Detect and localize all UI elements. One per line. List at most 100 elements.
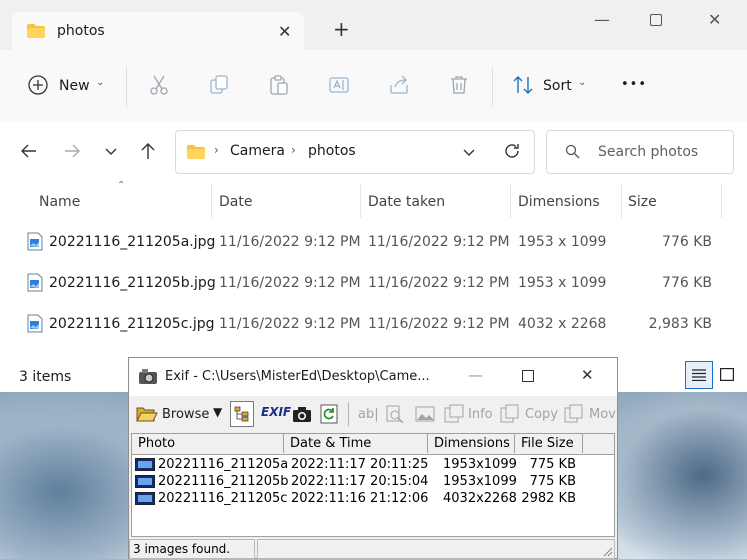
breadcrumb-camera[interactable]: Camera <box>230 143 285 159</box>
file-name: 20221116_211205a.jpg <box>49 234 216 250</box>
column-divider[interactable] <box>360 184 361 218</box>
column-divider[interactable] <box>510 184 511 218</box>
copy-icon[interactable] <box>500 404 520 424</box>
file-row[interactable]: 20221116_211205c.jpg 11/16/2022 9:12 PM … <box>0 304 747 344</box>
new-button[interactable]: New <box>59 78 90 94</box>
column-dimensions[interactable]: Dimensions <box>428 434 515 453</box>
close-tab-icon[interactable]: ✕ <box>278 22 291 41</box>
item-count-status: 3 items <box>19 369 72 385</box>
refresh-icon[interactable] <box>320 404 338 424</box>
column-divider[interactable] <box>211 184 212 218</box>
exif-list-header: Photo Date & Time Dimensions File Size <box>132 434 614 455</box>
minimize-button[interactable]: — <box>594 10 610 29</box>
paste-icon[interactable] <box>268 74 290 96</box>
rename-tool-icon[interactable]: ab| <box>358 407 379 422</box>
photo-row[interactable]: 20221116_211205a 2022:11:17 20:11:25 195… <box>132 456 614 473</box>
refresh-icon[interactable] <box>502 141 522 161</box>
sort-icon[interactable] <box>512 74 534 96</box>
search-box[interactable]: Search photos <box>546 130 734 174</box>
breadcrumb-chevron-icon[interactable]: › <box>214 143 219 157</box>
details-view-button[interactable] <box>685 361 713 389</box>
copy-icon[interactable] <box>208 74 230 96</box>
column-file-size[interactable]: File Size <box>515 434 583 453</box>
recent-locations-chevron-icon[interactable] <box>104 144 118 158</box>
more-options-button[interactable]: ••• <box>621 77 647 92</box>
file-row[interactable]: 20221116_211205a.jpg 11/16/2022 9:12 PM … <box>0 222 747 262</box>
new-tab-button[interactable]: + <box>333 19 350 39</box>
column-name[interactable]: Name <box>39 194 80 210</box>
tiles-view-icon <box>720 368 734 381</box>
photo-datetime: 2022:11:16 21:12:06 <box>291 491 429 506</box>
move-button[interactable]: Mov <box>589 407 616 422</box>
column-date-time[interactable]: Date & Time <box>284 434 428 453</box>
sort-button[interactable]: Sort <box>543 78 572 94</box>
navigation-row: › Camera › photos Search photos <box>0 122 747 182</box>
file-row[interactable]: 20221116_211205b.jpg 11/16/2022 9:12 PM … <box>0 263 747 303</box>
picture-icon[interactable] <box>415 406 435 422</box>
file-size: 2,983 KB <box>648 316 712 332</box>
exif-photo-list: Photo Date & Time Dimensions File Size 2… <box>131 433 615 537</box>
maximize-button[interactable] <box>522 370 534 382</box>
chevron-down-icon[interactable]: ⌄ <box>96 77 104 88</box>
tree-view-button[interactable] <box>230 401 254 427</box>
photo-name: 20221116_211205a <box>158 457 289 472</box>
tab-photos[interactable]: photos ✕ <box>12 12 304 50</box>
address-bar[interactable]: › Camera › photos <box>175 130 535 174</box>
address-dropdown-chevron-icon[interactable] <box>462 146 476 160</box>
file-name: 20221116_211205c.jpg <box>49 316 215 332</box>
chevron-down-icon[interactable]: ⌄ <box>578 77 586 88</box>
status-pane-empty <box>257 539 615 559</box>
info-button[interactable]: Info <box>468 407 493 422</box>
cut-icon[interactable] <box>148 74 170 96</box>
move-icon[interactable] <box>564 404 584 424</box>
copy-button[interactable]: Copy <box>525 407 558 422</box>
open-folder-icon[interactable] <box>136 405 158 423</box>
photo-row[interactable]: 20221116_211205c 2022:11:16 21:12:06 403… <box>132 490 614 507</box>
column-divider[interactable] <box>621 184 622 218</box>
browse-button[interactable]: Browse <box>162 407 209 422</box>
forward-arrow-icon[interactable] <box>63 142 81 160</box>
photo-thumbnail-icon <box>135 475 155 488</box>
folder-icon <box>187 145 205 159</box>
minimize-button[interactable]: — <box>468 366 483 384</box>
tab-bar: photos ✕ + — ✕ <box>0 0 747 50</box>
file-dimensions: 4032 x 2268 <box>518 316 607 332</box>
photo-row[interactable]: 20221116_211205b 2022:11:17 20:15:04 195… <box>132 473 614 490</box>
file-date-taken: 11/16/2022 9:12 PM <box>368 316 510 332</box>
exif-title-bar[interactable]: Exif - C:\Users\MisterEd\Desktop\Came...… <box>129 358 617 396</box>
zoom-image-icon[interactable] <box>386 405 404 423</box>
file-dimensions: 1953 x 1099 <box>518 275 607 291</box>
up-arrow-icon[interactable] <box>139 142 157 160</box>
photo-dimensions: 1953x1099 <box>443 474 517 489</box>
info-icon[interactable] <box>444 404 464 424</box>
back-arrow-icon[interactable] <box>20 142 38 160</box>
resize-grip-icon[interactable] <box>601 545 613 557</box>
column-date-taken[interactable]: Date taken <box>368 194 445 210</box>
file-dimensions: 1953 x 1099 <box>518 234 607 250</box>
file-date: 11/16/2022 9:12 PM <box>219 316 361 332</box>
photo-datetime: 2022:11:17 20:11:25 <box>291 457 429 472</box>
exif-info-button[interactable]: EXIF <box>261 405 291 419</box>
maximize-button[interactable] <box>650 14 662 26</box>
column-size[interactable]: Size <box>628 194 657 210</box>
camera-icon[interactable] <box>292 405 312 423</box>
delete-icon[interactable] <box>448 74 470 96</box>
column-dimensions[interactable]: Dimensions <box>518 194 600 210</box>
close-window-button[interactable]: ✕ <box>581 366 594 384</box>
tab-title: photos <box>57 23 105 39</box>
share-icon[interactable] <box>388 74 410 96</box>
browse-dropdown-icon[interactable]: ▼ <box>213 405 222 419</box>
breadcrumb-chevron-icon[interactable]: › <box>291 143 296 157</box>
file-name: 20221116_211205b.jpg <box>49 275 216 291</box>
rename-icon[interactable] <box>328 74 350 96</box>
column-divider[interactable] <box>721 184 722 218</box>
add-circle-icon[interactable] <box>28 75 48 95</box>
file-date-taken: 11/16/2022 9:12 PM <box>368 234 510 250</box>
breadcrumb-photos[interactable]: photos <box>308 143 356 159</box>
search-placeholder: Search photos <box>598 144 699 160</box>
close-window-button[interactable]: ✕ <box>708 10 721 29</box>
column-date[interactable]: Date <box>219 194 252 210</box>
column-photo[interactable]: Photo <box>132 434 284 453</box>
tiles-view-button[interactable] <box>714 361 742 389</box>
file-explorer-window: photos ✕ + — ✕ New ⌄ Sort ⌄ ••• › Camera… <box>0 0 747 392</box>
